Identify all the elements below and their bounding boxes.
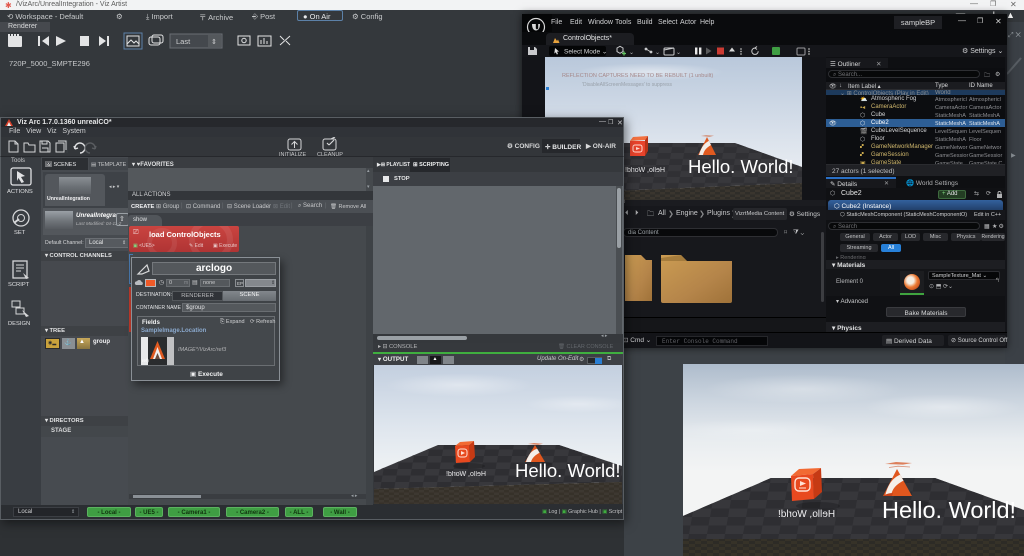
- svg-text:⌄: ⌄: [629, 50, 634, 56]
- svg-text:Select Mode ⌄: Select Mode ⌄: [564, 49, 607, 56]
- svg-text:Last: Last: [176, 37, 191, 46]
- svg-text:⇕: ⇕: [211, 38, 217, 46]
- svg-text:⌄: ⌄: [655, 50, 660, 56]
- svg-text:⌄: ⌄: [676, 50, 681, 56]
